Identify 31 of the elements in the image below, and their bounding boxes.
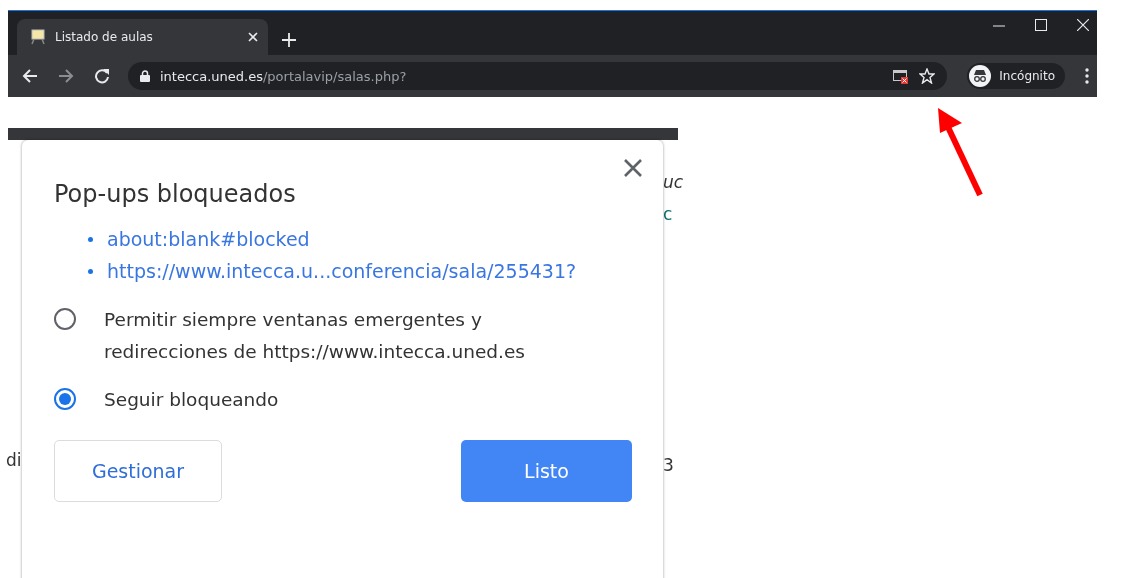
url-text: intecca.uned.es/portalavip/salas.php?	[160, 68, 408, 84]
star-icon[interactable]	[919, 68, 936, 84]
lock-icon	[140, 70, 150, 82]
reload-icon[interactable]	[94, 68, 110, 84]
back-icon[interactable]	[22, 69, 38, 83]
easel-icon	[31, 29, 45, 45]
dialog-title: Pop-ups bloqueados	[54, 180, 297, 208]
manage-button[interactable]: Gestionar	[54, 440, 222, 502]
popup-blocked-icon[interactable]	[893, 68, 910, 84]
browser-tab[interactable]: Listado de aulas	[17, 19, 268, 55]
bullet-icon	[88, 236, 93, 242]
plus-icon[interactable]	[282, 33, 296, 47]
forward-icon[interactable]	[58, 69, 74, 83]
page-text: c	[663, 204, 673, 224]
blocked-link[interactable]: about:blank#blocked	[107, 228, 310, 250]
close-icon[interactable]	[623, 158, 643, 178]
radio-button[interactable]	[54, 388, 76, 410]
address-bar[interactable]: intecca.uned.es/portalavip/salas.php?	[128, 62, 948, 90]
page-text: uc	[663, 172, 684, 192]
page-text: 3	[663, 455, 674, 475]
maximize-icon[interactable]	[1035, 19, 1047, 31]
incognito-button[interactable]: Incógnito	[967, 63, 1065, 89]
blocked-link[interactable]: https://www.intecca.u...conferencia/sala/255431?	[107, 260, 577, 282]
page-text: di	[6, 450, 22, 470]
option-label: Seguir bloqueando	[104, 388, 280, 412]
option-label: Permitir siempre ventanas emergentes y redirecciones de https://www.intecca.uned.es	[104, 308, 526, 364]
incognito-icon	[969, 65, 992, 87]
bullet-icon	[88, 268, 93, 274]
radio-button[interactable]	[54, 308, 76, 330]
done-button[interactable]: Listo	[461, 440, 632, 502]
menu-icon[interactable]	[1085, 68, 1089, 84]
